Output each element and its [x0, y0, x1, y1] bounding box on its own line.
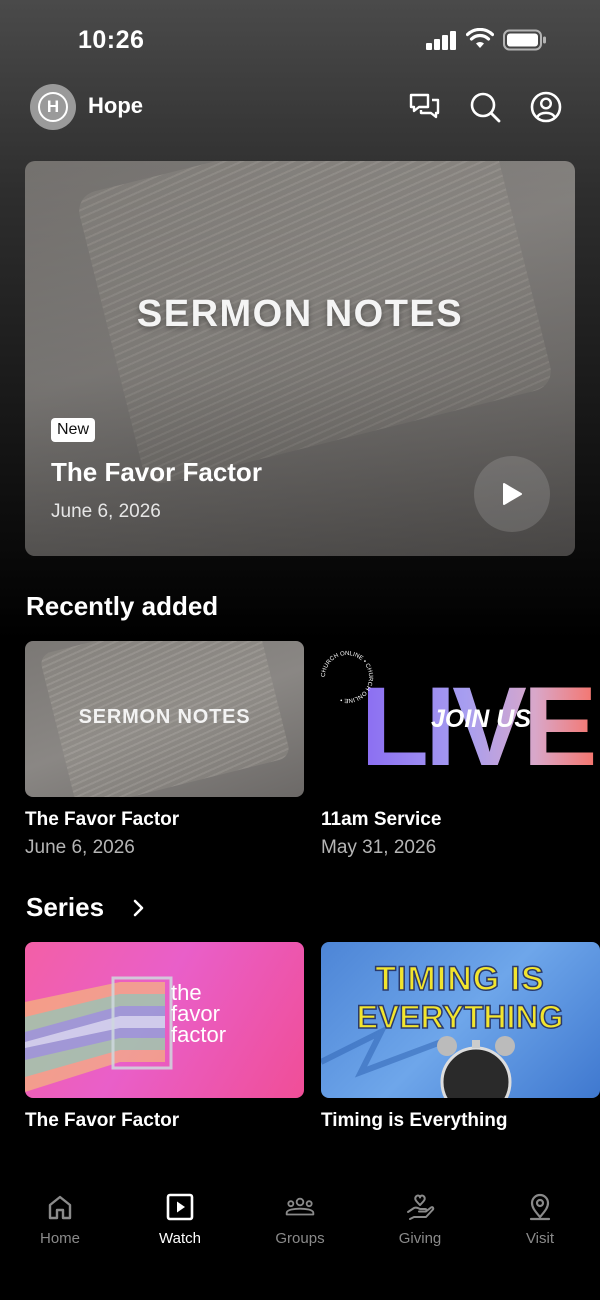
recently-added-heading: Recently added — [26, 591, 219, 621]
series-heading[interactable]: Series — [26, 892, 104, 923]
card-title: 11am Service — [321, 809, 442, 830]
play-square-icon — [166, 1193, 194, 1221]
recent-card-11am-service[interactable]: LIVE JOIN US CHURCH ONLINE • CHURCH ONLI… — [321, 641, 600, 859]
tab-visit[interactable]: Visit — [480, 1192, 600, 1247]
series-card-timing-is-everything[interactable]: TIMING IS EVERYTHING Timing is Everythin… — [321, 942, 600, 1132]
profile-icon[interactable] — [529, 90, 563, 124]
new-badge: New — [51, 418, 96, 442]
hero-title: The Favor Factor — [51, 457, 262, 487]
chevron-right-icon[interactable] — [130, 897, 148, 919]
card-date: June 6, 2026 — [25, 837, 135, 858]
app-screen: 10:26 H Hope SERMON NOTES New The Favor … — [0, 0, 600, 1300]
alarm-clock-icon — [437, 1036, 515, 1098]
tab-watch[interactable]: Watch — [120, 1192, 240, 1247]
timing-is-everything-thumbnail: TIMING IS EVERYTHING — [321, 942, 600, 1098]
card-title: The Favor Factor — [25, 1110, 180, 1131]
recent-card-favor-factor[interactable]: SERMON NOTES The Favor Factor June 6, 20… — [25, 641, 304, 859]
card-date: May 31, 2026 — [321, 837, 437, 858]
svg-text:EVERYTHING: EVERYTHING — [357, 999, 564, 1035]
tab-home[interactable]: Home — [0, 1192, 120, 1247]
featured-sermon-card[interactable]: SERMON NOTES New The Favor Factor June 6… — [25, 161, 575, 556]
app-name: Hope — [88, 93, 143, 118]
home-icon — [48, 1195, 72, 1220]
giving-hand-icon — [407, 1194, 435, 1220]
play-icon — [503, 483, 522, 505]
play-button[interactable] — [474, 456, 550, 532]
app-header: H Hope — [0, 80, 600, 136]
card-title: The Favor Factor — [25, 809, 180, 830]
location-pin-icon — [529, 1193, 551, 1221]
tab-giving[interactable]: Giving — [360, 1192, 480, 1247]
chat-icon[interactable] — [407, 90, 441, 124]
hero-date: June 6, 2026 — [51, 501, 161, 522]
groups-icon — [285, 1197, 315, 1216]
logo-letter: H — [38, 92, 68, 122]
series-card-favor-factor[interactable]: the favor factor The Favor Factor — [25, 942, 304, 1132]
join-us-art-text: JOIN US — [431, 705, 531, 733]
hero-artwork-title: SERMON NOTES — [136, 293, 464, 335]
svg-text:factor: factor — [171, 1022, 226, 1047]
search-icon[interactable] — [468, 90, 502, 124]
battery-icon — [503, 29, 546, 51]
cellular-signal-icon — [426, 30, 458, 50]
bottom-tab-bar: Home Watch Groups Giving Visit — [0, 1160, 600, 1300]
card-title: Timing is Everything — [321, 1110, 508, 1131]
status-time: 10:26 — [78, 26, 145, 54]
tab-groups[interactable]: Groups — [240, 1192, 360, 1247]
favor-factor-thumbnail: the favor factor — [25, 942, 304, 1098]
status-bar: 10:26 — [0, 0, 600, 80]
sermon-notes-thumbnail: SERMON NOTES — [25, 641, 304, 797]
wifi-icon — [466, 28, 494, 48]
church-logo-avatar[interactable]: H — [30, 84, 76, 130]
svg-text:TIMING IS: TIMING IS — [375, 960, 545, 998]
live-service-thumbnail: LIVE JOIN US CHURCH ONLINE • CHURCH ONLI… — [321, 641, 600, 797]
